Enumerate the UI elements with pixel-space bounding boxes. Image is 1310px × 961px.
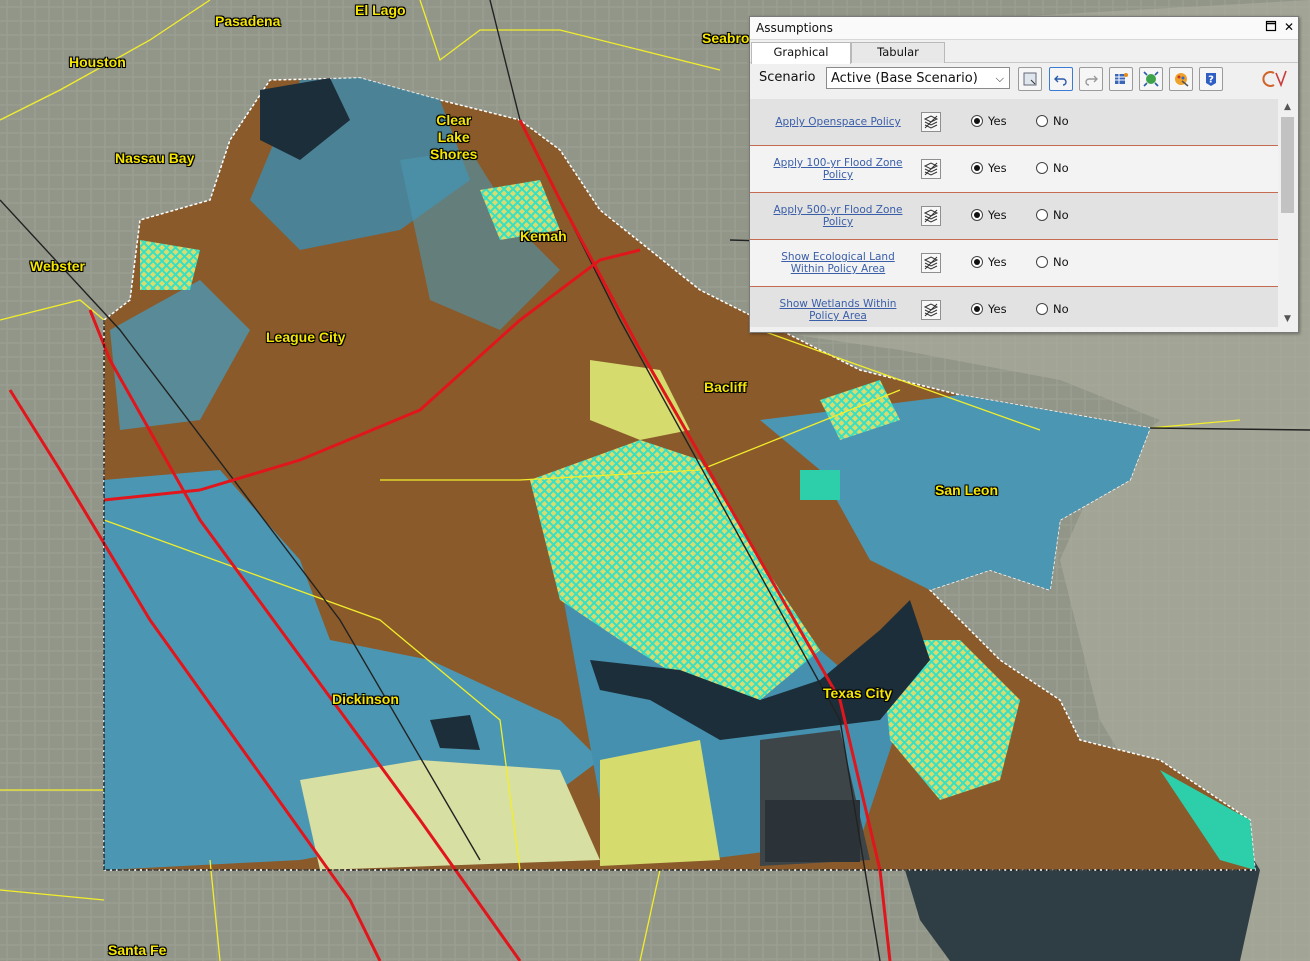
place-label-nassau-bay: Nassau Bay <box>115 150 195 166</box>
maximize-icon[interactable] <box>1264 20 1278 34</box>
policy-row-ecological-land: Show Ecological Land Within Policy Area … <box>750 240 1278 287</box>
place-label-el-lago: El Lago <box>355 2 406 18</box>
policy-link-100yr-flood[interactable]: Apply 100-yr Flood Zone Policy <box>766 146 910 192</box>
map-layer-icon <box>923 209 939 223</box>
tab-graphical[interactable]: Graphical <box>751 42 851 64</box>
policy-row-100yr-flood: Apply 100-yr Flood Zone Policy Yes No <box>750 146 1278 193</box>
place-label-seabrook: Seabro <box>702 30 750 46</box>
table-icon <box>1115 73 1128 84</box>
svg-text:?: ? <box>1208 75 1214 86</box>
no-radio[interactable] <box>1036 115 1048 127</box>
panel-scrollbar[interactable]: ▲ ▼ <box>1279 99 1296 327</box>
yes-radio[interactable] <box>971 209 983 221</box>
zoom-extent-icon <box>1143 71 1159 87</box>
place-label-santa-fe: Santa Fe <box>108 942 167 958</box>
scenario-value: Active (Base Scenario) <box>831 71 978 86</box>
yes-label: Yes <box>988 302 1007 316</box>
tab-bar: Graphical Tabular <box>750 40 1298 64</box>
table-button[interactable] <box>1109 67 1133 91</box>
undo-icon <box>1054 75 1067 86</box>
place-label-clear-lake-shores: Clear Lake Shores <box>430 112 478 162</box>
chevron-down-icon: ⌵ <box>995 72 1004 85</box>
yes-label: Yes <box>988 161 1007 175</box>
place-label-san-leon: San Leon <box>935 482 999 498</box>
logo-icon <box>1258 67 1290 91</box>
map-layer-button[interactable] <box>921 112 941 132</box>
scenario-label: Scenario <box>759 70 816 85</box>
place-label-pasadena: Pasadena <box>215 13 281 29</box>
map-layer-button[interactable] <box>921 159 941 179</box>
save-button[interactable] <box>1018 67 1042 91</box>
no-label: No <box>1053 161 1069 175</box>
scenario-row: Scenario Active (Base Scenario) ⌵ ? <box>750 63 1298 97</box>
yes-label: Yes <box>988 114 1007 128</box>
map-layer-button[interactable] <box>921 300 941 320</box>
map-layer-icon <box>923 115 939 129</box>
zoom-extent-button[interactable] <box>1139 67 1163 91</box>
place-label-kemah: Kemah <box>520 228 567 244</box>
policy-row-openspace: Apply Openspace Policy Yes No <box>750 99 1278 146</box>
tab-tabular[interactable]: Tabular <box>851 42 945 63</box>
panel-title: Assumptions <box>756 21 833 35</box>
close-icon[interactable]: ✕ <box>1282 20 1296 34</box>
save-icon <box>1023 72 1037 86</box>
panel-titlebar[interactable]: Assumptions ✕ <box>750 17 1298 40</box>
scroll-down-icon[interactable]: ▼ <box>1279 311 1296 327</box>
no-radio[interactable] <box>1036 256 1048 268</box>
policy-list: Apply Openspace Policy Yes No Apply 100-… <box>750 99 1278 327</box>
map-layer-button[interactable] <box>921 206 941 226</box>
yes-radio[interactable] <box>971 162 983 174</box>
policy-row-wetlands: Show Wetlands Within Policy Area Yes No <box>750 287 1278 327</box>
scroll-up-icon[interactable]: ▲ <box>1279 99 1296 115</box>
policy-link-500yr-flood[interactable]: Apply 500-yr Flood Zone Policy <box>766 193 910 239</box>
no-label: No <box>1053 255 1069 269</box>
undo-button[interactable] <box>1049 67 1073 91</box>
no-label: No <box>1053 208 1069 222</box>
help-button[interactable]: ? <box>1199 67 1223 91</box>
no-label: No <box>1053 114 1069 128</box>
yes-radio[interactable] <box>971 256 983 268</box>
place-label-webster: Webster <box>30 258 85 274</box>
place-label-bacliff: Bacliff <box>704 379 747 395</box>
policy-link-openspace[interactable]: Apply Openspace Policy <box>766 99 910 145</box>
no-radio[interactable] <box>1036 303 1048 315</box>
no-label: No <box>1053 302 1069 316</box>
no-radio[interactable] <box>1036 209 1048 221</box>
paint-button[interactable] <box>1169 67 1193 91</box>
scroll-thumb[interactable] <box>1281 117 1294 213</box>
place-label-texas-city: Texas City <box>823 685 892 701</box>
no-radio[interactable] <box>1036 162 1048 174</box>
yes-radio[interactable] <box>971 303 983 315</box>
yes-label: Yes <box>988 255 1007 269</box>
map-layer-icon <box>923 303 939 317</box>
place-label-houston: Houston <box>69 54 126 70</box>
yes-label: Yes <box>988 208 1007 222</box>
policy-row-500yr-flood: Apply 500-yr Flood Zone Policy Yes No <box>750 193 1278 240</box>
policy-link-ecological-land[interactable]: Show Ecological Land Within Policy Area <box>766 240 910 286</box>
map-layer-button[interactable] <box>921 253 941 273</box>
map-layer-icon <box>923 162 939 176</box>
map-layer-icon <box>923 256 939 270</box>
help-icon: ? <box>1206 73 1216 86</box>
place-label-dickinson: Dickinson <box>332 691 399 707</box>
assumptions-panel: Assumptions ✕ Graphical Tabular Scenario… <box>749 16 1299 333</box>
paint-icon <box>1175 73 1189 87</box>
policy-link-wetlands[interactable]: Show Wetlands Within Policy Area <box>766 287 910 327</box>
redo-icon <box>1085 75 1098 86</box>
place-label-league-city: League City <box>266 329 346 345</box>
scenario-dropdown[interactable]: Active (Base Scenario) ⌵ <box>826 67 1010 89</box>
yes-radio[interactable] <box>971 115 983 127</box>
redo-button[interactable] <box>1079 67 1103 91</box>
